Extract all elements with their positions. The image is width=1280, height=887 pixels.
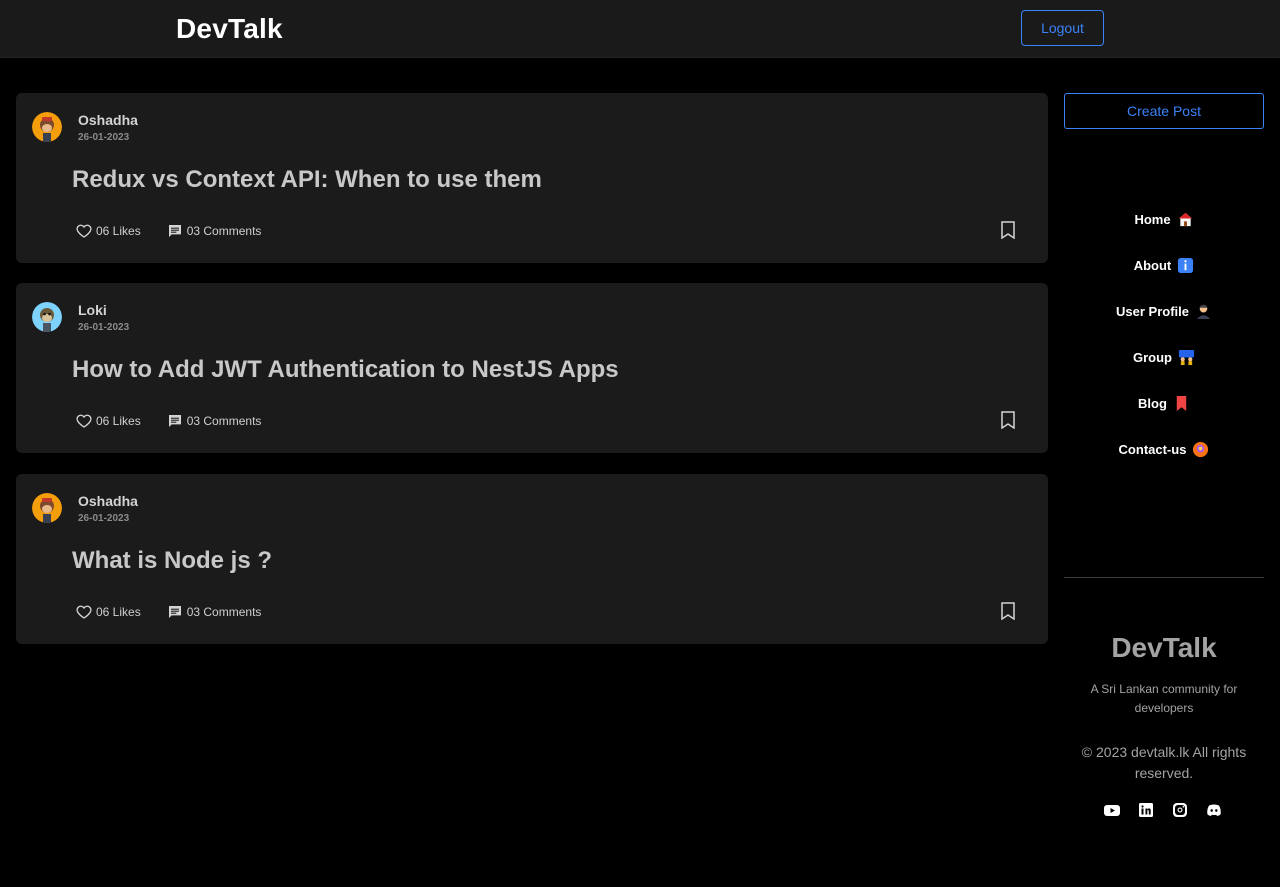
instagram-icon[interactable]	[1172, 802, 1188, 818]
nav-item-contact-us[interactable]: Contact-us	[1064, 426, 1264, 472]
comment-icon	[168, 606, 181, 618]
heart-icon	[76, 605, 92, 619]
post-date: 26-01-2023	[78, 322, 130, 333]
post-meta: 06 Likes 03 Comments	[76, 604, 287, 620]
author-name[interactable]: Oshadha	[78, 112, 138, 128]
post-card[interactable]: Loki 26-01-2023 How to Add JWT Authentic…	[16, 283, 1048, 453]
linkedin-icon[interactable]	[1138, 802, 1154, 818]
heart-icon	[76, 224, 92, 238]
like-button[interactable]: 06 Likes	[76, 604, 141, 620]
top-navbar: DevTalk Logout	[0, 0, 1280, 58]
nav-item-about[interactable]: About	[1064, 242, 1264, 288]
post-title[interactable]: How to Add JWT Authentication to NestJS …	[72, 356, 619, 384]
youtube-icon[interactable]	[1104, 802, 1120, 818]
sidebar-divider	[1064, 577, 1264, 578]
author-avatar[interactable]	[32, 493, 62, 523]
group-icon	[1178, 349, 1195, 365]
nav-item-label: About	[1133, 257, 1172, 273]
author-name[interactable]: Loki	[78, 302, 107, 318]
post-title[interactable]: What is Node js ?	[72, 547, 272, 575]
post-date: 26-01-2023	[78, 132, 130, 143]
bookmark-icon[interactable]	[1000, 221, 1016, 239]
house-icon	[1178, 212, 1192, 226]
comment-button[interactable]: 03 Comments	[167, 223, 262, 239]
comment-icon	[168, 225, 181, 237]
post-meta: 06 Likes 03 Comments	[76, 413, 287, 429]
nav-item-label: Blog	[1138, 395, 1167, 411]
footer-tagline: A Sri Lankan community for developers	[1090, 682, 1238, 715]
post-date: 26-01-2023	[78, 513, 130, 524]
social-links	[1104, 802, 1222, 818]
footer-brand: DevTalk	[1111, 632, 1217, 663]
like-button[interactable]: 06 Likes	[76, 223, 141, 239]
discord-icon[interactable]	[1206, 802, 1222, 818]
logout-button[interactable]: Logout	[1021, 10, 1104, 46]
comments-count: 03 Comments	[186, 605, 262, 619]
post-card[interactable]: Oshadha 26-01-2023 What is Node js ? 06 …	[16, 474, 1048, 644]
bookmark-icon[interactable]	[1000, 411, 1016, 429]
support-icon	[1193, 441, 1209, 457]
nav-item-group[interactable]: Group	[1064, 334, 1264, 380]
post-meta: 06 Likes 03 Comments	[76, 223, 287, 239]
comment-button[interactable]: 03 Comments	[167, 413, 262, 429]
comments-count: 03 Comments	[186, 414, 262, 428]
nav-item-home[interactable]: Home	[1064, 196, 1264, 242]
footer-copyright: © 2023 devtalk.lk All rights reserved.	[1081, 744, 1247, 781]
nav-item-label: User Profile	[1116, 303, 1189, 319]
author-name[interactable]: Oshadha	[78, 493, 138, 509]
post-title[interactable]: Redux vs Context API: When to use them	[72, 166, 542, 194]
author-avatar[interactable]	[32, 302, 62, 332]
bookmark-icon[interactable]	[1000, 602, 1016, 620]
brand-logo[interactable]: DevTalk	[176, 13, 283, 45]
likes-count: 06 Likes	[96, 605, 141, 619]
author-avatar[interactable]	[32, 112, 62, 142]
comment-button[interactable]: 03 Comments	[167, 604, 262, 620]
create-post-button[interactable]: Create Post	[1064, 93, 1264, 129]
info-icon	[1178, 257, 1194, 273]
person-icon	[1196, 304, 1211, 319]
nav-item-label: Contact-us	[1118, 441, 1187, 457]
heart-icon	[76, 414, 92, 428]
bookmark-red-icon	[1176, 395, 1187, 411]
post-card[interactable]: Oshadha 26-01-2023 Redux vs Context API:…	[16, 93, 1048, 263]
nav-item-blog[interactable]: Blog	[1064, 380, 1264, 426]
comment-icon	[168, 415, 181, 427]
sidebar-nav: Home About User Profile Group Blog Conta…	[1064, 196, 1264, 472]
comments-count: 03 Comments	[186, 224, 262, 238]
nav-item-label: Group	[1133, 349, 1172, 365]
likes-count: 06 Likes	[96, 414, 141, 428]
likes-count: 06 Likes	[96, 224, 141, 238]
nav-item-label: Home	[1134, 211, 1171, 227]
like-button[interactable]: 06 Likes	[76, 413, 141, 429]
nav-item-user-profile[interactable]: User Profile	[1064, 288, 1264, 334]
